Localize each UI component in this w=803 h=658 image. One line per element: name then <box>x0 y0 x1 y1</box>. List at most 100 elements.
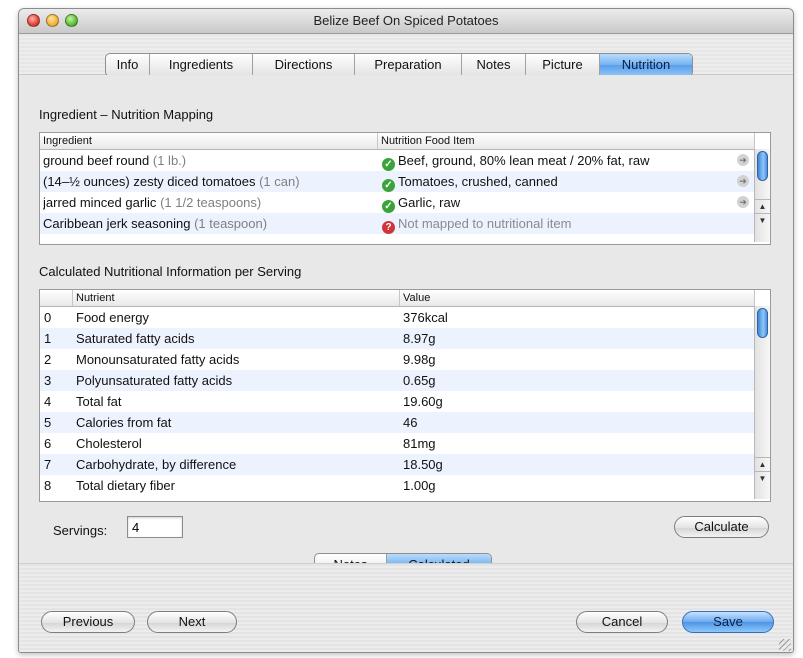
ingredient-cell: ground beef round (1 lb.) <box>43 150 377 171</box>
calculate-button[interactable]: Calculate <box>674 516 769 538</box>
row-index: 5 <box>44 415 52 430</box>
table-row[interactable]: 2 Monounsaturated fatty acids 9.98g <box>40 349 755 370</box>
food-item-cell: ✓ Beef, ground, 80% lean meat / 20% fat, … <box>382 150 727 171</box>
nutrient-name: Carbohydrate, by difference <box>76 457 237 472</box>
nutrition-table-header: Nutrient Value <box>40 290 755 307</box>
arrow-circle-icon[interactable]: ➜ <box>737 175 749 187</box>
arrow-circle-icon[interactable]: ➜ <box>737 154 749 166</box>
nutrition-section-title: Calculated Nutritional Information per S… <box>39 264 302 279</box>
column-header-ingredient[interactable]: Ingredient <box>40 133 378 149</box>
scroll-thumb[interactable] <box>757 151 768 181</box>
nutrient-value: 376kcal <box>403 310 448 325</box>
ingredient-quantity: (1 can) <box>259 174 300 189</box>
food-item-cell: ? Not mapped to nutritional item <box>382 213 727 234</box>
tab-info[interactable]: Info <box>106 54 150 76</box>
food-item-name: Not mapped to nutritional item <box>398 216 572 231</box>
resize-grip-icon[interactable] <box>779 639 791 651</box>
column-header-nutrient[interactable]: Nutrient <box>73 290 400 306</box>
nutrient-name: Calories from fat <box>76 415 172 430</box>
mapping-scrollbar[interactable]: ▲ ▼ <box>754 149 770 242</box>
scroll-down-arrow-icon[interactable]: ▼ <box>755 213 770 228</box>
ingredient-name: jarred minced garlic <box>43 195 157 210</box>
column-header-food-item[interactable]: Nutrition Food Item <box>378 133 755 149</box>
row-index: 8 <box>44 478 52 493</box>
check-circle-icon: ✓ <box>382 179 395 192</box>
nutrient-name: Total dietary fiber <box>76 478 175 493</box>
table-row[interactable]: 0 Food energy 376kcal <box>40 307 755 328</box>
table-row[interactable]: Caribbean jerk seasoning (1 teaspoon) ? N… <box>40 213 755 234</box>
tab-preparation[interactable]: Preparation <box>355 54 462 76</box>
previous-button[interactable]: Previous <box>41 611 135 633</box>
nutrient-name: Saturated fatty acids <box>76 331 195 346</box>
column-header-index[interactable] <box>40 290 73 306</box>
nutrient-value: 19.60g <box>403 394 443 409</box>
ingredient-name: Caribbean jerk seasoning <box>43 216 191 231</box>
tab-nutrition[interactable]: Nutrition <box>600 54 692 76</box>
food-item-cell: ✓ Tomatoes, crushed, canned <box>382 171 727 192</box>
table-row[interactable]: ground beef round (1 lb.) ✓ Beef, ground,… <box>40 150 755 171</box>
ingredient-quantity: (1 1/2 teaspoons) <box>160 195 262 210</box>
row-index: 1 <box>44 331 52 346</box>
table-row[interactable]: 3 Polyunsaturated fatty acids 0.65g <box>40 370 755 391</box>
row-index: 4 <box>44 394 52 409</box>
scroll-thumb[interactable] <box>757 308 768 338</box>
scroll-down-arrow-icon[interactable]: ▼ <box>755 471 770 486</box>
table-row[interactable]: 5 Calories from fat 46 <box>40 412 755 433</box>
table-row[interactable]: 7 Carbohydrate, by difference 18.50g <box>40 454 755 475</box>
tab-ingredients[interactable]: Ingredients <box>150 54 253 76</box>
bottom-bar: Previous Next Cancel Save <box>19 563 793 652</box>
tab-bar: Info Ingredients Directions Preparation … <box>105 53 693 77</box>
scroll-up-arrow-icon[interactable]: ▲ <box>755 457 770 472</box>
title-bar[interactable]: Belize Beef On Spiced Potatoes <box>19 9 793 34</box>
mapping-table[interactable]: Ingredient Nutrition Food Item ground be… <box>39 132 771 245</box>
table-row[interactable]: (14–½ ounces) zesty diced tomatoes (1 ca… <box>40 171 755 192</box>
recipe-window: Belize Beef On Spiced Potatoes Info Ingr… <box>18 8 794 653</box>
save-button[interactable]: Save <box>682 611 774 633</box>
row-index: 3 <box>44 373 52 388</box>
ingredient-cell: (14–½ ounces) zesty diced tomatoes (1 ca… <box>43 171 377 192</box>
table-row[interactable]: jarred minced garlic (1 1/2 teaspoons) ✓… <box>40 192 755 213</box>
nutrient-value: 8.97g <box>403 331 436 346</box>
food-item-name: Beef, ground, 80% lean meat / 20% fat, r… <box>398 153 650 168</box>
nutrient-value: 1.00g <box>403 478 436 493</box>
nutrient-name: Monounsaturated fatty acids <box>76 352 240 367</box>
row-index: 2 <box>44 352 52 367</box>
nutrient-value: 9.98g <box>403 352 436 367</box>
food-item-name: Garlic, raw <box>398 195 461 210</box>
tab-directions[interactable]: Directions <box>253 54 355 76</box>
servings-label: Servings: <box>53 523 108 538</box>
food-item-name: Tomatoes, crushed, canned <box>398 174 558 189</box>
next-button[interactable]: Next <box>147 611 237 633</box>
table-row[interactable]: 4 Total fat 19.60g <box>40 391 755 412</box>
question-circle-icon: ? <box>382 221 395 234</box>
ingredient-quantity: (1 lb.) <box>152 153 187 168</box>
nutrient-name: Polyunsaturated fatty acids <box>76 373 233 388</box>
table-row[interactable]: 6 Cholesterol 81mg <box>40 433 755 454</box>
ingredient-quantity: (1 teaspoon) <box>194 216 268 231</box>
nutrient-value: 18.50g <box>403 457 443 472</box>
nutrient-name: Cholesterol <box>76 436 142 451</box>
row-index: 6 <box>44 436 52 451</box>
arrow-circle-icon[interactable]: ➜ <box>737 196 749 208</box>
nutrition-panel: Ingredient – Nutrition Mapping Ingredien… <box>19 75 793 577</box>
check-circle-icon: ✓ <box>382 200 395 213</box>
tab-picture[interactable]: Picture <box>526 54 600 76</box>
nutrition-table[interactable]: Nutrient Value 0 Food energy 376kcal 1 S… <box>39 289 771 502</box>
nutrient-value: 0.65g <box>403 373 436 388</box>
table-row[interactable]: 8 Total dietary fiber 1.00g <box>40 475 755 496</box>
check-circle-icon: ✓ <box>382 158 395 171</box>
scroll-up-arrow-icon[interactable]: ▲ <box>755 199 770 214</box>
row-index: 0 <box>44 310 52 325</box>
tab-band: Info Ingredients Directions Preparation … <box>19 34 793 77</box>
table-row[interactable]: 1 Saturated fatty acids 8.97g <box>40 328 755 349</box>
window-title: Belize Beef On Spiced Potatoes <box>313 13 499 28</box>
servings-input[interactable] <box>127 516 183 538</box>
ingredient-name: (14–½ ounces) zesty diced tomatoes <box>43 174 256 189</box>
nutrient-name: Food energy <box>76 310 149 325</box>
nutrient-value: 81mg <box>403 436 436 451</box>
column-header-value[interactable]: Value <box>400 290 755 306</box>
tab-notes[interactable]: Notes <box>462 54 526 76</box>
nutrition-scrollbar[interactable]: ▲ ▼ <box>754 306 770 499</box>
mapping-section-title: Ingredient – Nutrition Mapping <box>39 107 214 122</box>
cancel-button[interactable]: Cancel <box>576 611 668 633</box>
